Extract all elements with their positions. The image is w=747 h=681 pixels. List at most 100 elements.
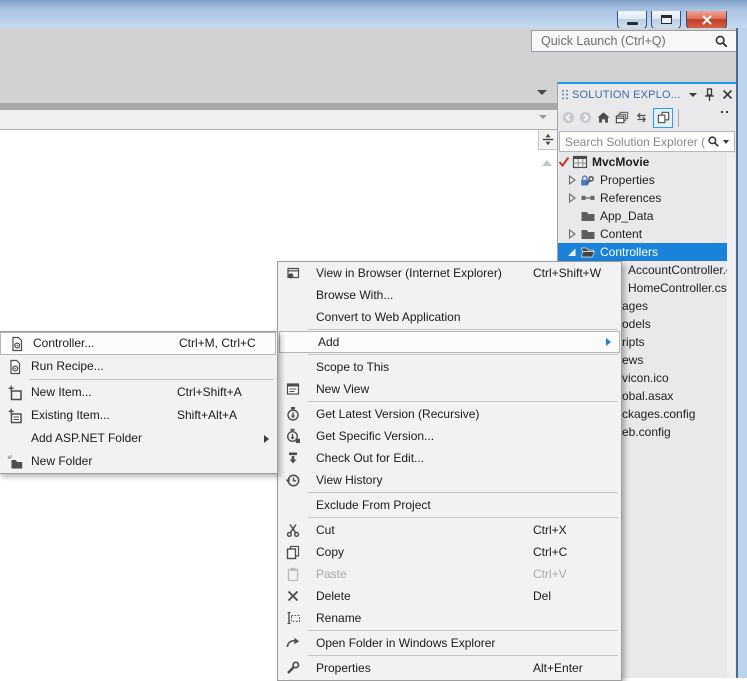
menu-item-get-specific-version[interactable]: Get Specific Version... — [278, 425, 621, 447]
scrollbar-up-icon[interactable] — [542, 160, 552, 166]
tree-item-controllers[interactable]: Controllers — [558, 243, 727, 261]
expander-collapsed-icon[interactable] — [566, 190, 578, 206]
add-submenu: Controller... Ctrl+M, Ctrl+C Run Recipe...… — [0, 331, 278, 474]
menu-item-label: Add — [318, 335, 340, 349]
tree-item-label: Properties — [600, 173, 655, 187]
menu-item-convert-to-web-application[interactable]: Convert to Web Application — [278, 306, 621, 328]
menu-item-cut[interactable]: Cut Ctrl+X — [278, 519, 621, 541]
maximize-button[interactable] — [651, 11, 681, 29]
solution-explorer-toolbar — [558, 105, 736, 130]
tree-item-label: Controllers — [600, 245, 659, 259]
close-button[interactable] — [686, 11, 727, 29]
forward-icon[interactable] — [579, 111, 592, 124]
back-icon[interactable] — [562, 111, 575, 124]
expander-collapsed-icon[interactable] — [566, 226, 578, 242]
submenu-arrow-icon — [264, 434, 269, 443]
quick-launch-input[interactable]: Quick Launch (Ctrl+Q) — [531, 30, 737, 52]
submenu-arrow-icon — [606, 338, 611, 346]
menu-item-view-history[interactable]: View History — [278, 469, 621, 491]
solution-tree: MvcMovie Properties References App_Data Cont… — [558, 153, 727, 261]
menu-item-shortcut: Ctrl+C — [533, 545, 568, 559]
menu-item-rename[interactable]: Rename — [278, 607, 621, 629]
menu-item-label: Add ASP.NET Folder — [31, 431, 142, 445]
copy-icon — [285, 544, 301, 560]
grip-icon — [561, 89, 569, 100]
search-icon[interactable] — [707, 135, 720, 148]
menu-item-label: Scope to This — [316, 360, 390, 374]
menu-item-exclude-from-project[interactable]: Exclude From Project — [278, 494, 621, 516]
tree-item-label: App_Data — [600, 209, 654, 223]
menu-item-copy[interactable]: Copy Ctrl+C — [278, 541, 621, 563]
wrench-icon — [285, 660, 301, 676]
folder-open-icon — [580, 244, 596, 260]
menu-item-new-folder[interactable]: New Folder — [0, 450, 277, 473]
menu-item-label: View History — [316, 473, 383, 487]
pin-icon[interactable] — [704, 87, 715, 102]
tabstrip-dropdown-icon[interactable] — [539, 115, 547, 119]
tree-item-properties[interactable]: Properties — [558, 171, 727, 189]
panel-close-icon[interactable] — [722, 89, 733, 100]
solution-explorer-header[interactable]: SOLUTION EXPLO... — [558, 84, 736, 105]
search-icon[interactable] — [714, 34, 729, 49]
solution-explorer-search-input[interactable]: Search Solution Explorer ( — [559, 131, 735, 152]
search-options-icon[interactable] — [723, 139, 729, 144]
menu-item-new-item[interactable]: New Item... Ctrl+Shift+A — [0, 381, 277, 404]
project-icon — [572, 154, 588, 170]
quick-launch-placeholder: Quick Launch (Ctrl+Q) — [541, 34, 666, 48]
context-menu: View in Browser (Internet Explorer) Ctrl+… — [277, 261, 622, 681]
menu-item-paste: Paste Ctrl+V — [278, 563, 621, 585]
collapse-all-icon[interactable] — [615, 110, 630, 125]
sync-active-icon[interactable] — [653, 107, 673, 128]
menu-item-label: Browse With... — [316, 288, 394, 302]
refresh-icon[interactable] — [634, 111, 649, 124]
menu-item-delete[interactable]: Delete Del — [278, 585, 621, 607]
source-control-check-icon — [558, 154, 570, 170]
menu-item-label: Exclude From Project — [316, 498, 431, 512]
existing-item-icon — [7, 408, 23, 424]
panel-title: SOLUTION EXPLO... — [572, 88, 681, 101]
minimize-button[interactable] — [617, 11, 647, 29]
expander-expanded-icon[interactable] — [566, 244, 578, 260]
menu-item-properties[interactable]: Properties Alt+Enter — [278, 657, 621, 679]
menu-item-label: Delete — [316, 589, 351, 603]
browser-icon — [285, 265, 301, 281]
menu-item-run-recipe[interactable]: Run Recipe... — [0, 355, 277, 378]
toolbar-overflow-dots-icon[interactable] — [721, 111, 728, 113]
menu-item-add-asp-net-folder[interactable]: Add ASP.NET Folder — [0, 427, 277, 450]
tree-item-references[interactable]: References — [558, 189, 727, 207]
menu-item-check-out-for-edit[interactable]: Check Out for Edit... — [278, 447, 621, 469]
menu-item-shortcut: Del — [533, 589, 552, 603]
toolbar-overflow-icon[interactable] — [537, 90, 547, 95]
window-position-icon[interactable] — [688, 92, 697, 97]
tree-item-app-data[interactable]: App_Data — [558, 207, 727, 225]
new-folder-icon — [7, 454, 23, 470]
history-icon — [285, 472, 301, 488]
menu-item-label: Open Folder in Windows Explorer — [316, 636, 496, 650]
tree-scrollbar[interactable] — [727, 153, 735, 678]
menu-item-label: Paste — [316, 567, 347, 581]
tree-item-content[interactable]: Content — [558, 225, 727, 243]
screenshot-root: { "window": { "quick_launch_placeholder"… — [0, 0, 747, 681]
menu-item-get-latest-version-recursive[interactable]: Get Latest Version (Recursive) — [278, 403, 621, 425]
search-placeholder: Search Solution Explorer ( — [565, 134, 706, 149]
cut-icon — [285, 522, 301, 538]
menu-item-label: Controller... — [33, 336, 95, 350]
menu-item-browse-with[interactable]: Browse With... — [278, 284, 621, 306]
menu-item-new-view[interactable]: New View — [278, 378, 621, 400]
tree-item-mvcmovie[interactable]: MvcMovie — [558, 153, 727, 171]
toolbar-shadow-band — [0, 103, 557, 110]
tabstrip-band — [0, 110, 557, 130]
menu-item-add[interactable]: Add — [279, 331, 620, 353]
menu-item-view-in-browser-internet-explorer[interactable]: View in Browser (Internet Explorer) Ctrl+… — [278, 262, 621, 284]
editor-splitter-handle[interactable] — [538, 130, 557, 150]
folder-icon — [580, 208, 596, 224]
rename-icon — [285, 610, 301, 626]
expander-collapsed-icon[interactable] — [566, 172, 578, 188]
menu-item-scope-to-this[interactable]: Scope to This — [278, 356, 621, 378]
home-icon[interactable] — [596, 110, 611, 125]
menu-item-label: Copy — [316, 545, 345, 559]
menu-item-controller[interactable]: Controller... Ctrl+M, Ctrl+C — [0, 332, 276, 355]
menu-item-existing-item[interactable]: Existing Item... Shift+Alt+A — [0, 404, 277, 427]
menu-item-open-folder-in-windows-explorer[interactable]: Open Folder in Windows Explorer — [278, 632, 621, 654]
